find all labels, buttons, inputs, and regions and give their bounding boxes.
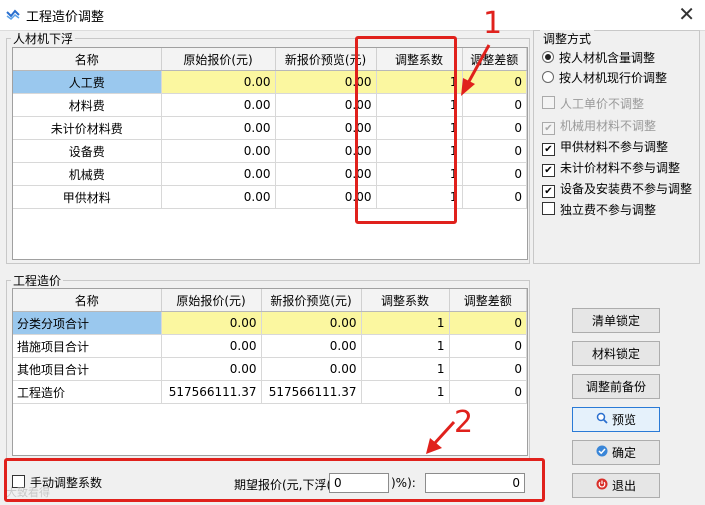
power-icon <box>596 474 608 499</box>
lock-material-button[interactable]: 材料锁定 <box>572 341 660 366</box>
radio-indicator[interactable] <box>542 51 554 63</box>
cell-original[interactable]: 0.00 <box>161 70 276 94</box>
checkbox-label: 设备及安装费不参与调整 <box>560 182 693 196</box>
check-mark-icon[interactable]: ✔ <box>542 143 555 156</box>
col-header-name[interactable]: 名称 <box>13 289 162 312</box>
cell-original[interactable]: 0.00 <box>161 185 276 209</box>
radio-label: 按人材机含量调整 <box>559 51 656 65</box>
col-header-new[interactable]: 新报价预览(元) <box>261 289 362 312</box>
checkbox-label: 未计价材料不参与调整 <box>560 161 681 175</box>
col-header-original[interactable]: 原始报价(元) <box>161 289 262 312</box>
cell-diff[interactable]: 0 <box>449 334 527 358</box>
cell-name[interactable]: 人工费 <box>13 70 162 94</box>
cell-name[interactable]: 其他项目合计 <box>13 357 162 381</box>
check-machine-material-no-adjust[interactable]: ✔ 机械用材料不调整 <box>542 117 656 135</box>
backup-button[interactable]: 调整前备份 <box>572 374 660 399</box>
cell-diff[interactable]: 0 <box>462 139 527 163</box>
col-header-diff[interactable]: 调整差额 <box>449 289 527 312</box>
cell-diff[interactable]: 0 <box>462 185 527 209</box>
exit-label: 退出 <box>611 479 636 493</box>
checkbox-label: 人工单价不调整 <box>560 97 645 111</box>
table-row[interactable]: 工程造价 517566111.37 517566111.37 1 0 <box>13 380 527 404</box>
title-bar: 工程造价调整 ✕ <box>0 0 705 31</box>
cell-diff[interactable]: 0 <box>462 162 527 186</box>
adjust-method-legend: 调整方式 <box>540 30 595 47</box>
cell-name[interactable]: 设备费 <box>13 139 162 163</box>
radio-indicator[interactable] <box>542 71 554 83</box>
check-mark-icon[interactable]: ✔ <box>542 164 555 177</box>
cell-name[interactable]: 工程造价 <box>13 380 162 404</box>
cell-coef[interactable]: 1 <box>361 357 450 381</box>
check-circle-icon <box>596 441 608 466</box>
cell-original[interactable]: 0.00 <box>161 139 276 163</box>
cell-coef[interactable]: 1 <box>361 380 450 404</box>
check-mark-icon[interactable]: ✔ <box>542 122 555 135</box>
window-title: 工程造价调整 <box>26 10 105 25</box>
preview-label: 预览 <box>611 413 636 427</box>
table-row[interactable]: 措施项目合计 0.00 0.00 1 0 <box>13 334 527 358</box>
annotation-arrow-2 <box>426 420 456 454</box>
cell-name[interactable]: 分类分项合计 <box>13 311 162 335</box>
cost-group-legend: 工程造价 <box>13 274 62 288</box>
radio-label: 按人材机现行价调整 <box>559 71 668 85</box>
checkbox-box[interactable] <box>542 202 555 215</box>
confirm-label: 确定 <box>611 446 636 460</box>
annotation-arrow-1 <box>461 44 491 96</box>
cell-coef[interactable]: 1 <box>361 311 450 335</box>
cell-new[interactable]: 517566111.37 <box>261 380 362 404</box>
confirm-button[interactable]: 确定 <box>572 440 660 465</box>
radio-by-current-price[interactable]: 按人材机现行价调整 <box>542 69 667 87</box>
cost-header-row: 名称 原始报价(元) 新报价预览(元) 调整系数 调整差额 <box>13 289 527 312</box>
cell-diff[interactable]: 0 <box>462 116 527 140</box>
adjust-method-panel: 调整方式 按人材机含量调整 按人材机现行价调整 人工单价不调整 ✔ 机械用材料不调… <box>533 30 700 264</box>
table-row[interactable]: 其他项目合计 0.00 0.00 1 0 <box>13 357 527 381</box>
search-icon <box>596 408 608 433</box>
cell-name[interactable]: 材料费 <box>13 93 162 117</box>
cell-diff[interactable]: 0 <box>449 311 527 335</box>
cell-original[interactable]: 0.00 <box>161 334 262 358</box>
checkbox-box[interactable] <box>542 96 555 109</box>
cell-new[interactable]: 0.00 <box>261 311 362 335</box>
cell-original[interactable]: 0.00 <box>161 93 276 117</box>
material-group-legend: 人材机下浮 <box>13 32 74 46</box>
cell-name[interactable]: 甲供材料 <box>13 185 162 209</box>
cell-name[interactable]: 机械费 <box>13 162 162 186</box>
check-mark-icon[interactable]: ✔ <box>542 185 555 198</box>
cell-original[interactable]: 0.00 <box>161 311 262 335</box>
cell-new[interactable]: 0.00 <box>261 357 362 381</box>
col-header-coef[interactable]: 调整系数 <box>361 289 450 312</box>
checkbox-label: 甲供材料不参与调整 <box>560 140 669 154</box>
check-independent-fee-excluded[interactable]: 独立费不参与调整 <box>542 201 656 219</box>
lock-list-button[interactable]: 清单锁定 <box>572 308 660 333</box>
check-supplied-material-excluded[interactable]: ✔ 甲供材料不参与调整 <box>542 138 668 156</box>
cell-name[interactable]: 措施项目合计 <box>13 334 162 358</box>
annotation-number-1: 1 <box>483 6 503 41</box>
checkbox-label: 机械用材料不调整 <box>560 119 657 133</box>
preview-button[interactable]: 预览 <box>572 407 660 432</box>
cell-original[interactable]: 0.00 <box>161 162 276 186</box>
close-button[interactable]: ✕ <box>678 2 695 26</box>
radio-by-content[interactable]: 按人材机含量调整 <box>542 49 655 67</box>
col-header-name[interactable]: 名称 <box>13 48 162 71</box>
annotation-box-1 <box>355 36 457 224</box>
annotation-box-2 <box>4 458 545 502</box>
cell-diff[interactable]: 0 <box>449 357 527 381</box>
cell-original[interactable]: 0.00 <box>161 357 262 381</box>
cell-original[interactable]: 0.00 <box>161 116 276 140</box>
checkbox-label: 独立费不参与调整 <box>560 203 657 217</box>
exit-button[interactable]: 退出 <box>572 473 660 498</box>
cell-name[interactable]: 未计价材料费 <box>13 116 162 140</box>
col-header-original[interactable]: 原始报价(元) <box>161 48 276 71</box>
check-unpriced-material-excluded[interactable]: ✔ 未计价材料不参与调整 <box>542 159 680 177</box>
cell-coef[interactable]: 1 <box>361 334 450 358</box>
app-logo-icon <box>6 8 20 23</box>
cell-original[interactable]: 517566111.37 <box>161 380 262 404</box>
table-row[interactable]: 分类分项合计 0.00 0.00 1 0 <box>13 311 527 335</box>
check-labor-price-no-adjust[interactable]: 人工单价不调整 <box>542 95 644 113</box>
cell-diff[interactable]: 0 <box>449 380 527 404</box>
check-equipment-install-excluded[interactable]: ✔ 设备及安装费不参与调整 <box>542 180 692 198</box>
cell-new[interactable]: 0.00 <box>261 334 362 358</box>
